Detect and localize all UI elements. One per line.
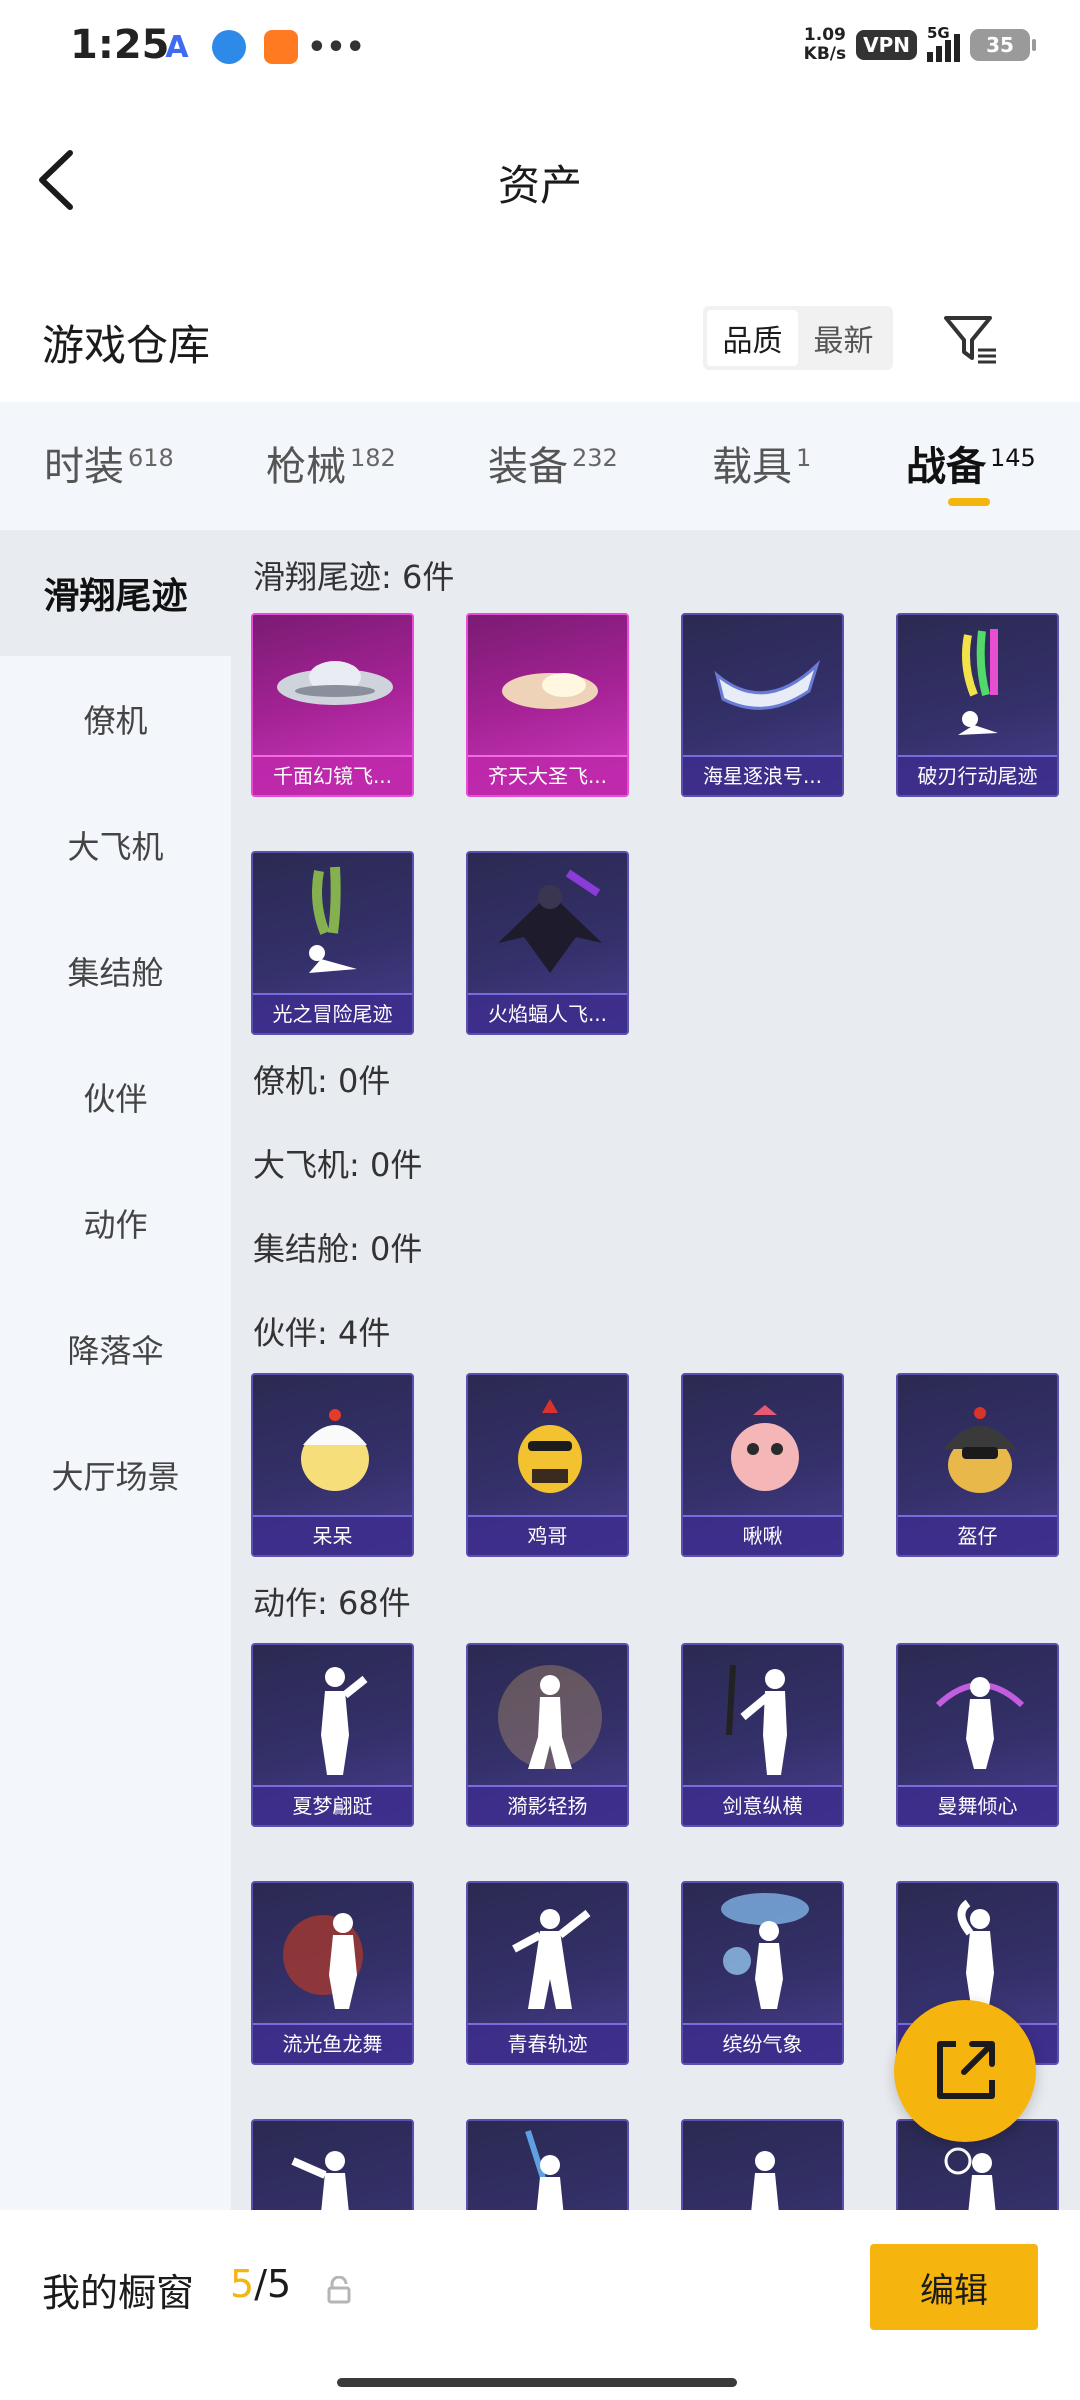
sword-dancer-icon xyxy=(726,1664,787,1775)
net-speed: 1.09 KB/s xyxy=(803,25,847,64)
sort-toggle: 品质 最新 xyxy=(703,306,893,370)
item-card[interactable]: 剑意纵横 xyxy=(681,1643,844,1827)
active-tab-indicator xyxy=(948,498,990,506)
sidebar-item-wingman[interactable]: 僚机 xyxy=(0,656,231,782)
sidebar-item-glide-trail[interactable]: 滑翔尾迹 xyxy=(0,530,231,656)
music-dancer-icon xyxy=(751,2151,779,2210)
showcase-count: 5/5 xyxy=(230,2262,292,2306)
group-title-glide: 滑翔尾迹: 6件 xyxy=(253,558,455,596)
item-card[interactable]: 盔仔 xyxy=(896,1373,1059,1557)
item-card[interactable]: 青春轨迹 xyxy=(466,1881,629,2065)
item-card[interactable]: 缤纷气象 xyxy=(681,1881,844,2065)
showcase-label: 我的橱窗 xyxy=(42,2271,195,2315)
home-indicator[interactable] xyxy=(337,2378,737,2387)
sidebar-item-emote[interactable]: 动作 xyxy=(0,1160,231,1286)
chicken-icon xyxy=(518,1399,582,1493)
item-list: 滑翔尾迹: 6件 千面幻镜飞... 齐天大圣飞... 海星逐浪号... 破刃行动… xyxy=(231,530,1080,2210)
item-card[interactable]: 齐天大圣飞... xyxy=(466,613,629,797)
dancer-icon xyxy=(321,1667,368,1775)
item-card[interactable]: 漪影轻扬 xyxy=(466,1643,629,1827)
tab-fashion[interactable]: 时装 618 xyxy=(44,434,174,492)
item-card[interactable]: 火焰蝠人飞... xyxy=(466,851,629,1035)
sidebar-item-parachute[interactable]: 降落伞 xyxy=(0,1286,231,1412)
dancer-icon xyxy=(291,2151,349,2210)
more-notifications-icon: ••• xyxy=(307,29,365,65)
tab-combat-gear[interactable]: 战备 145 xyxy=(906,434,1036,506)
smoke-trail-icon xyxy=(309,866,357,973)
chick-icon xyxy=(301,1409,369,1491)
shopping-app-icon xyxy=(264,30,298,64)
sidebar-item-airplane[interactable]: 大飞机 xyxy=(0,782,231,908)
bat-wings-icon xyxy=(498,869,602,973)
dragon-dancer-icon xyxy=(283,1913,363,2009)
battery-icon: 35 xyxy=(970,29,1036,61)
status-time: 1:25 xyxy=(70,22,170,68)
tab-vehicles[interactable]: 载具 1 xyxy=(712,434,811,492)
dancer-magic-icon xyxy=(935,1677,1025,1769)
showcase-bar: 我的橱窗 5/5 编辑 xyxy=(0,2210,1080,2400)
warehouse-header: 游戏仓库 品质 最新 xyxy=(0,290,1080,400)
page-header: 资产 xyxy=(0,100,1080,260)
group-title-wingman: 僚机: 0件 xyxy=(253,1062,391,1100)
item-card[interactable]: 夏梦翩跹 xyxy=(251,1643,414,1827)
weather-dancer-icon xyxy=(721,1893,809,2009)
ufo-icon xyxy=(277,661,393,705)
lock-icon xyxy=(326,2275,352,2304)
item-card[interactable] xyxy=(681,2119,844,2210)
helmet-bird-icon xyxy=(944,1407,1016,1493)
signal-icon: 5G xyxy=(927,24,960,62)
vpn-badge: VPN xyxy=(856,30,917,60)
item-card[interactable] xyxy=(466,2119,629,2210)
external-link-icon xyxy=(937,2041,995,2099)
item-card[interactable]: 鸡哥 xyxy=(466,1373,629,1557)
sidebar-item-partner[interactable]: 伙伴 xyxy=(0,1034,231,1160)
cloud-icon xyxy=(502,673,598,709)
item-card[interactable]: 曼舞倾心 xyxy=(896,1643,1059,1827)
app-a-icon: A xyxy=(165,29,189,65)
sidebar-item-lobby-scene[interactable]: 大厅场景 xyxy=(0,1412,231,1538)
item-card[interactable]: 海星逐浪号... xyxy=(681,613,844,797)
group-title-partner: 伙伴: 4件 xyxy=(253,1314,391,1352)
page-title: 资产 xyxy=(497,161,582,210)
group-title-rally-pod: 集结舱: 0件 xyxy=(253,1230,423,1268)
sword-dancer-icon xyxy=(525,2130,564,2210)
tab-equipment[interactable]: 装备 232 xyxy=(488,434,618,492)
dancer-sparkle-icon xyxy=(498,1665,602,1769)
pink-bird-icon xyxy=(731,1405,799,1491)
smoke-trail-icon xyxy=(958,628,998,735)
sidebar: 滑翔尾迹 僚机 大飞机 集结舱 伙伴 动作 降落伞 大厅场景 xyxy=(0,530,231,2210)
edit-button[interactable]: 编辑 xyxy=(870,2244,1038,2330)
sort-newest-button[interactable]: 最新 xyxy=(798,310,889,366)
item-card[interactable]: 破刃行动尾迹 xyxy=(896,613,1059,797)
item-card[interactable]: 光之冒险尾迹 xyxy=(251,851,414,1035)
category-tabs: 时装 618 枪械 182 装备 232 载具 1 战备 145 xyxy=(0,402,1080,530)
boat-icon xyxy=(714,659,821,710)
item-card[interactable] xyxy=(251,2119,414,2210)
item-card[interactable]: 呆呆 xyxy=(251,1373,414,1557)
sort-quality-button[interactable]: 品质 xyxy=(707,310,798,366)
status-bar: 1:25 A ••• 1.09 KB/s VPN 5G 35 xyxy=(0,0,1080,100)
item-card[interactable]: 流光鱼龙舞 xyxy=(251,1881,414,2065)
section-title: 游戏仓库 xyxy=(42,321,211,370)
group-title-airplane: 大飞机: 0件 xyxy=(253,1146,423,1184)
item-card[interactable]: 啾啾 xyxy=(681,1373,844,1557)
item-card[interactable]: 千面幻镜飞... xyxy=(251,613,414,797)
filter-button[interactable] xyxy=(940,308,1000,368)
browser-icon xyxy=(212,30,246,64)
sidebar-item-rally-pod[interactable]: 集结舱 xyxy=(0,908,231,1034)
dancer-icon xyxy=(512,1909,591,2009)
group-title-emote: 动作: 68件 xyxy=(253,1584,411,1622)
filter-icon xyxy=(944,316,996,364)
share-button[interactable] xyxy=(894,2000,1036,2142)
tab-guns[interactable]: 枪械 182 xyxy=(266,434,396,492)
